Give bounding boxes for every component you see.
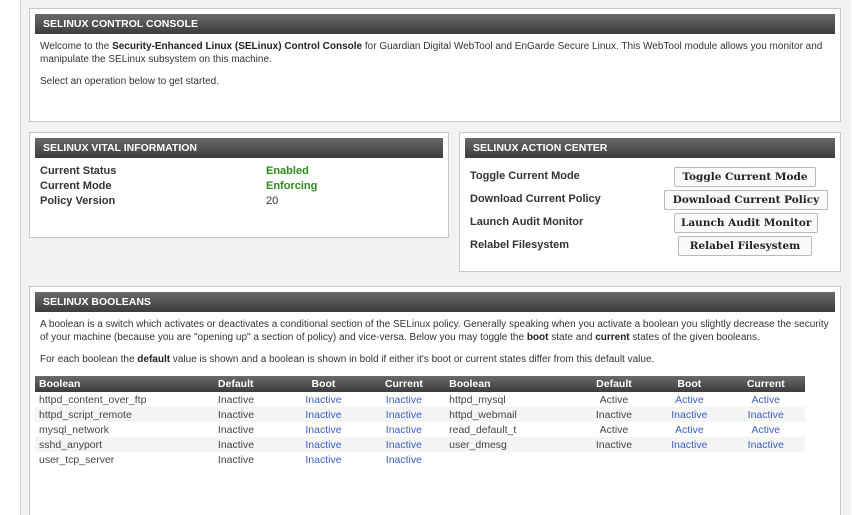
booleans-panel: SELINUX BOOLEANS A boolean is a switch w… xyxy=(29,286,841,515)
boolean-name: user_dmesg xyxy=(445,437,576,452)
col-boot: Boot xyxy=(284,376,363,392)
boolean-name: httpd_content_over_ftp xyxy=(39,393,147,406)
boot-toggle[interactable]: Inactive xyxy=(284,422,362,437)
boot-toggle[interactable]: Inactive xyxy=(284,437,363,452)
default-value xyxy=(576,452,652,467)
table-row: user_tcp_server Inactive Inactive Inacti… xyxy=(35,452,805,467)
download-current-policy-button[interactable]: Download Current Policy xyxy=(664,190,828,210)
control-console-title: SELINUX CONTROL CONSOLE xyxy=(35,14,835,34)
relabel-filesystem-button[interactable]: Relabel Filesystem xyxy=(678,236,812,256)
booleans-header-row: Boolean Default Boot Current Boolean Def… xyxy=(35,376,805,392)
relabel-label: Relabel Filesystem xyxy=(470,239,570,251)
col-current: Current xyxy=(362,376,446,392)
col-default-2: Default xyxy=(575,376,653,392)
booleans-default-note: For each boolean the default value is sh… xyxy=(40,354,655,365)
current-mode-label: Current Mode xyxy=(40,180,112,192)
current-status-row: Current Status Enabled xyxy=(30,164,448,179)
booleans-title: SELINUX BOOLEANS xyxy=(35,292,835,312)
default-value: Inactive xyxy=(213,437,285,452)
launch-audit-row: Launch Audit Monitor Launch Audit Monito… xyxy=(460,212,840,235)
launch-audit-monitor-button[interactable]: Launch Audit Monitor xyxy=(674,213,818,233)
boolean-name: read_default_t xyxy=(449,423,517,436)
current-status-label: Current Status xyxy=(40,165,117,177)
col-current-2: Current xyxy=(726,376,805,392)
toggle-mode-label: Toggle Current Mode xyxy=(470,170,580,182)
col-default: Default xyxy=(213,376,285,392)
control-console-panel: SELINUX CONTROL CONSOLE Welcome to the S… xyxy=(29,8,841,122)
webtool-page: SELINUX CONTROL CONSOLE Welcome to the S… xyxy=(20,0,851,515)
boot-toggle[interactable]: Inactive xyxy=(652,437,727,452)
current-toggle[interactable]: Inactive xyxy=(363,392,445,407)
boot-toggle[interactable]: Active xyxy=(652,422,726,437)
boolean-name: httpd_mysql xyxy=(449,393,506,406)
toggle-mode-row: Toggle Current Mode Toggle Current Mode xyxy=(460,166,840,189)
boolean-name: httpd_script_remote xyxy=(35,407,214,422)
current-toggle[interactable]: Active xyxy=(727,422,805,437)
action-center-title: SELINUX ACTION CENTER xyxy=(465,138,835,158)
vital-information-title: SELINUX VITAL INFORMATION xyxy=(35,138,443,158)
col-boolean-2: Boolean xyxy=(445,376,576,392)
table-row: httpd_script_remote Inactive Inactive In… xyxy=(35,407,805,422)
current-toggle[interactable]: Active xyxy=(727,392,805,407)
current-toggle[interactable]: Inactive xyxy=(362,407,446,422)
table-row: mysql_network Inactive Inactive Inactive… xyxy=(35,422,805,437)
current-toggle[interactable]: Inactive xyxy=(362,437,446,452)
current-mode-value: Enforcing xyxy=(266,180,318,192)
boot-toggle[interactable]: Inactive xyxy=(284,392,362,407)
table-row: sshd_anyport Inactive Inactive Inactive … xyxy=(35,437,805,452)
console-select-text: Select an operation below to get started… xyxy=(40,76,220,87)
boolean-name: httpd_webmail xyxy=(445,407,576,422)
action-center-panel: SELINUX ACTION CENTER Toggle Current Mod… xyxy=(459,132,841,272)
boot-toggle[interactable]: Active xyxy=(652,392,726,407)
default-value: Inactive xyxy=(575,407,653,422)
default-value: Inactive xyxy=(217,423,255,436)
download-policy-row: Download Current Policy Download Current… xyxy=(460,189,840,212)
col-boot-2: Boot xyxy=(652,376,727,392)
boolean-name: sshd_anyport xyxy=(35,437,214,452)
current-toggle[interactable] xyxy=(727,452,805,467)
default-value: Inactive xyxy=(217,453,255,466)
current-status-value: Enabled xyxy=(266,165,309,177)
boot-toggle[interactable]: Inactive xyxy=(652,407,727,422)
boolean-name: user_tcp_server xyxy=(39,453,115,466)
default-value: Active xyxy=(599,393,629,406)
current-toggle[interactable]: Inactive xyxy=(726,437,805,452)
toggle-current-mode-button[interactable]: Toggle Current Mode xyxy=(674,167,816,187)
boot-toggle[interactable] xyxy=(652,452,726,467)
current-mode-row: Current Mode Enforcing xyxy=(30,179,448,194)
policy-version-value: 20 xyxy=(266,195,279,207)
booleans-description: A boolean is a switch which activates or… xyxy=(40,319,829,343)
boolean-name xyxy=(445,452,576,467)
boot-toggle[interactable]: Inactive xyxy=(284,452,362,467)
download-policy-label: Download Current Policy xyxy=(470,193,601,205)
boolean-name: mysql_network xyxy=(39,423,110,436)
vital-information-panel: SELINUX VITAL INFORMATION Current Status… xyxy=(29,132,449,238)
default-value: Inactive xyxy=(575,437,653,452)
console-intro: Welcome to the Security-Enhanced Linux (… xyxy=(40,41,823,65)
launch-audit-label: Launch Audit Monitor xyxy=(470,216,584,228)
col-boolean: Boolean xyxy=(35,376,214,392)
default-value: Active xyxy=(599,423,629,436)
default-value: Inactive xyxy=(217,393,255,406)
policy-version-row: Policy Version 20 xyxy=(30,194,448,209)
relabel-row: Relabel Filesystem Relabel Filesystem xyxy=(460,235,840,258)
policy-version-label: Policy Version xyxy=(40,195,116,207)
current-toggle[interactable]: Inactive xyxy=(363,422,445,437)
boot-toggle[interactable]: Inactive xyxy=(284,407,363,422)
current-toggle[interactable]: Inactive xyxy=(363,452,445,467)
table-row: httpd_content_over_ftp Inactive Inactive… xyxy=(35,392,805,407)
default-value: Inactive xyxy=(213,407,285,422)
current-toggle[interactable]: Inactive xyxy=(726,407,805,422)
booleans-table: Boolean Default Boot Current Boolean Def… xyxy=(35,376,805,467)
